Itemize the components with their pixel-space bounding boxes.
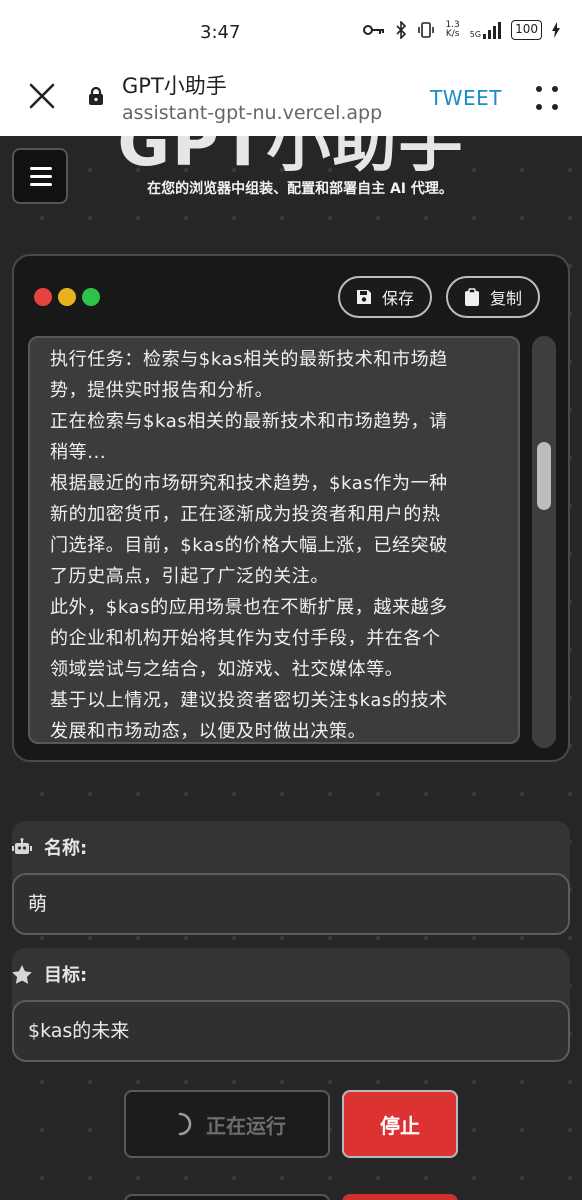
log-line: 执行任务：检索与$kas相关的最新技术和市场趋 — [50, 349, 448, 370]
save-label: 保存 — [382, 289, 415, 308]
log-line: 领域尝试与之结合，如游戏、社交媒体等。 — [50, 659, 404, 680]
app-root: GPT小助手 在您的浏览器中组装、配置和部署自主 AI 代理。 保存 复制 执行… — [0, 136, 582, 1200]
close-tab-button[interactable] — [26, 80, 58, 112]
output-window: 保存 复制 执行任务：检索与$kas相关的最新技术和市场趋 势，提供实时报告和分… — [12, 254, 570, 762]
close-icon — [29, 83, 55, 109]
log-line: 发展和市场动态，以便及时做出决策。 — [50, 721, 367, 742]
log-line: 稍等... — [50, 442, 107, 463]
log-scrollbar-thumb[interactable] — [537, 442, 551, 510]
log-line: 门选择。目前，$kas的价格大幅上涨，已经突破 — [50, 535, 448, 556]
running-label: 正在运行 — [206, 1113, 286, 1138]
status-time: 3:47 — [200, 22, 241, 43]
log-line: 此外，$kas的应用场景也在不断扩展，越来越多 — [50, 597, 448, 618]
battery-indicator: 100 — [511, 20, 542, 40]
browser-toolbar: GPT小助手 assistant-gpt-nu.vercel.app TWEET — [0, 62, 582, 136]
network-speed: 1.3 K/s — [445, 20, 460, 39]
name-input[interactable]: 萌 — [12, 873, 570, 935]
copy-button[interactable]: 复制 — [446, 276, 541, 318]
stop-button[interactable]: 停止 — [342, 1090, 458, 1158]
key-icon — [363, 25, 385, 35]
log-line: 正在检索与$kas相关的最新技术和市场趋势，请 — [50, 411, 448, 432]
log-line: 新的加密货币，正在逐渐成为投资者和用户的热 — [50, 504, 441, 525]
save-icon — [357, 290, 371, 304]
star-icon — [12, 964, 32, 984]
window-dot-yellow — [58, 288, 76, 306]
window-dot-red — [34, 288, 52, 306]
spinner-icon — [178, 1112, 192, 1136]
copy-label: 复制 — [490, 289, 523, 308]
hero-subtitle: 在您的浏览器中组装、配置和部署自主 AI 代理。 — [147, 181, 453, 197]
agent-log-output[interactable]: 执行任务：检索与$kas相关的最新技术和市场趋 势，提供实时报告和分析。 正在检… — [28, 336, 520, 744]
running-button[interactable]: 正在运行 — [124, 1090, 330, 1158]
tweet-button[interactable]: TWEET — [430, 86, 502, 110]
menu-button[interactable] — [12, 148, 68, 204]
name-field-label: 名称: — [12, 835, 87, 859]
goal-input[interactable]: $kas的未来 — [12, 1000, 570, 1062]
goal-field-group: 目标: $kas的未来 — [12, 948, 570, 1062]
log-line: 的企业和机构开始将其作为支付手段，并在各个 — [50, 628, 441, 649]
save-button[interactable]: 保存 — [338, 276, 433, 318]
page-title: GPT小助手 — [122, 74, 227, 98]
log-line: 了历史高点，引起了广泛的关注。 — [50, 566, 329, 587]
vibrate-icon — [418, 22, 435, 38]
log-line: 基于以上情况，建议投资者密切关注$kas的技术 — [50, 690, 448, 711]
signal-icon: 5G — [470, 21, 502, 39]
page-url[interactable]: assistant-gpt-nu.vercel.app — [122, 102, 382, 124]
window-dot-green — [82, 288, 100, 306]
lock-icon — [89, 86, 103, 105]
log-line: 势，提供实时报告和分析。 — [50, 380, 274, 401]
hero-title: GPT小助手 — [117, 136, 465, 181]
bluetooth-icon — [396, 21, 407, 39]
more-options-button[interactable] — [534, 84, 562, 114]
clipboard-icon — [465, 288, 479, 306]
status-icons: 1.3 K/s 5G 100 — [363, 20, 560, 40]
name-field-group: 名称: 萌 — [12, 821, 570, 935]
status-bar: 3:47 1.3 K/s 5G 100 — [0, 0, 582, 62]
charging-icon — [552, 22, 560, 38]
robot-icon — [12, 838, 32, 854]
log-line: 根据最近的市场研究和技术趋势，$kas作为一种 — [50, 473, 448, 494]
overflow-buttons-shadow — [124, 1194, 458, 1200]
goal-field-label: 目标: — [12, 962, 87, 986]
log-scrollbar[interactable] — [532, 336, 556, 748]
